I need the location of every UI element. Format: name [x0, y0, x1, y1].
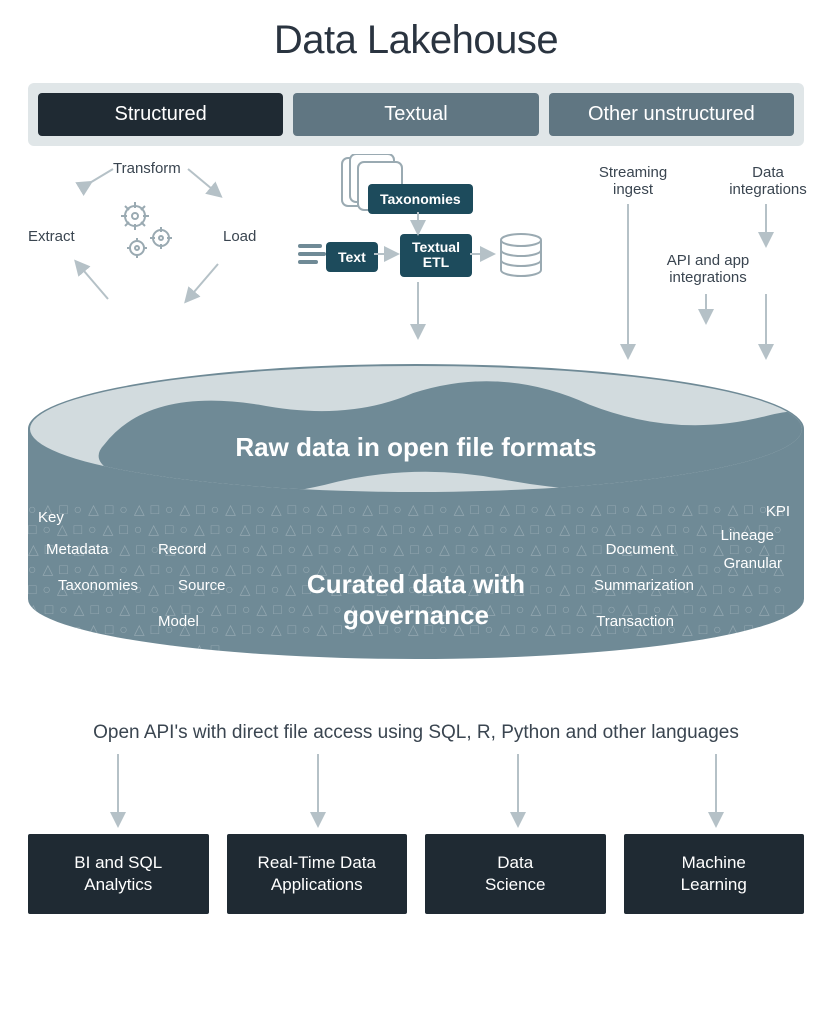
bottom-arrows [28, 744, 804, 834]
tag-record: Record [158, 541, 206, 558]
tab-textual: Textual [293, 93, 538, 136]
lake-diagram: ○△□○△□○△□○△□○△□○△□○△□○△□○△□○△□○△□○△□○△□○… [28, 364, 804, 704]
tab-structured: Structured [38, 93, 283, 136]
tag-lineage: Lineage [721, 527, 774, 544]
output-datascience: Data Science [425, 834, 606, 914]
main-title: Data Lakehouse [0, 0, 832, 63]
raw-data-label: Raw data in open file formats [28, 432, 804, 463]
tab-other: Other unstructured [549, 93, 794, 136]
curated-label: Curated data with governance [28, 569, 804, 631]
tag-kpi: KPI [766, 503, 790, 520]
output-ml: Machine Learning [624, 834, 805, 914]
tag-document: Document [606, 541, 674, 558]
tag-key: Key [38, 509, 64, 526]
tabs-container: Structured Textual Other unstructured [28, 83, 804, 146]
textual-block: Taxonomies Text Textual ETL [308, 154, 558, 354]
right-arrows [568, 154, 828, 364]
outputs-row: BI and SQL Analytics Real-Time Data Appl… [28, 834, 804, 914]
etl-cycle: Transform Extract Load [28, 154, 268, 334]
textual-arrows [308, 154, 558, 354]
etl-arrows [28, 154, 268, 334]
tag-metadata: Metadata [46, 541, 109, 558]
api-text: Open API's with direct file access using… [28, 722, 804, 744]
output-realtime: Real-Time Data Applications [227, 834, 408, 914]
ingest-row: Transform Extract Load [28, 154, 804, 364]
output-bi: BI and SQL Analytics [28, 834, 209, 914]
lake-top [28, 364, 804, 494]
